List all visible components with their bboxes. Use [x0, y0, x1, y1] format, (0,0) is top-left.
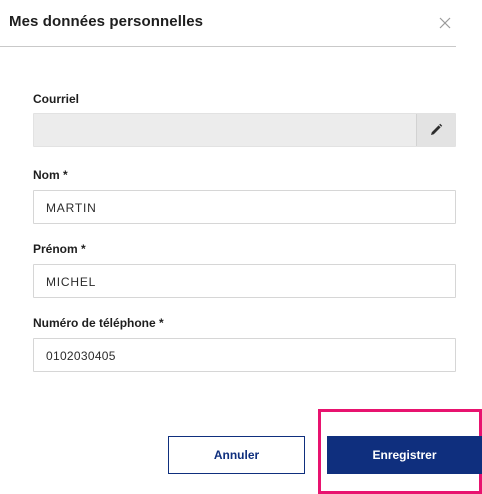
first-name-value: MICHEL: [46, 275, 97, 289]
save-button[interactable]: Enregistrer: [327, 436, 482, 474]
edit-email-button[interactable]: [416, 114, 455, 146]
last-name-field[interactable]: MARTIN: [33, 190, 456, 224]
phone-label: Numéro de téléphone *: [33, 316, 164, 330]
close-icon: [439, 17, 451, 29]
last-name-value: MARTIN: [46, 201, 97, 215]
personal-data-dialog: Mes données personnelles Courriel Nom * …: [0, 0, 482, 494]
email-label: Courriel: [33, 92, 80, 106]
phone-field[interactable]: 0102030405: [33, 338, 456, 372]
email-group: Courriel: [33, 92, 456, 147]
pencil-icon: [431, 123, 443, 135]
last-name-label: Nom *: [33, 168, 68, 182]
phone-group: Numéro de téléphone * 0102030405: [33, 316, 456, 372]
dialog-title: Mes données personnelles: [9, 13, 204, 30]
first-name-label: Prénom *: [33, 242, 86, 256]
email-field: [33, 113, 456, 147]
last-name-group: Nom * MARTIN: [33, 168, 456, 224]
personal-data-form: Courriel Nom * MARTIN Prénom * MICHEL Nu…: [33, 92, 456, 372]
cancel-button[interactable]: Annuler: [168, 436, 305, 474]
close-button[interactable]: [436, 14, 454, 32]
dialog-header: Mes données personnelles: [0, 0, 456, 47]
phone-value: 0102030405: [46, 349, 116, 363]
first-name-field[interactable]: MICHEL: [33, 264, 456, 298]
first-name-group: Prénom * MICHEL: [33, 242, 456, 298]
